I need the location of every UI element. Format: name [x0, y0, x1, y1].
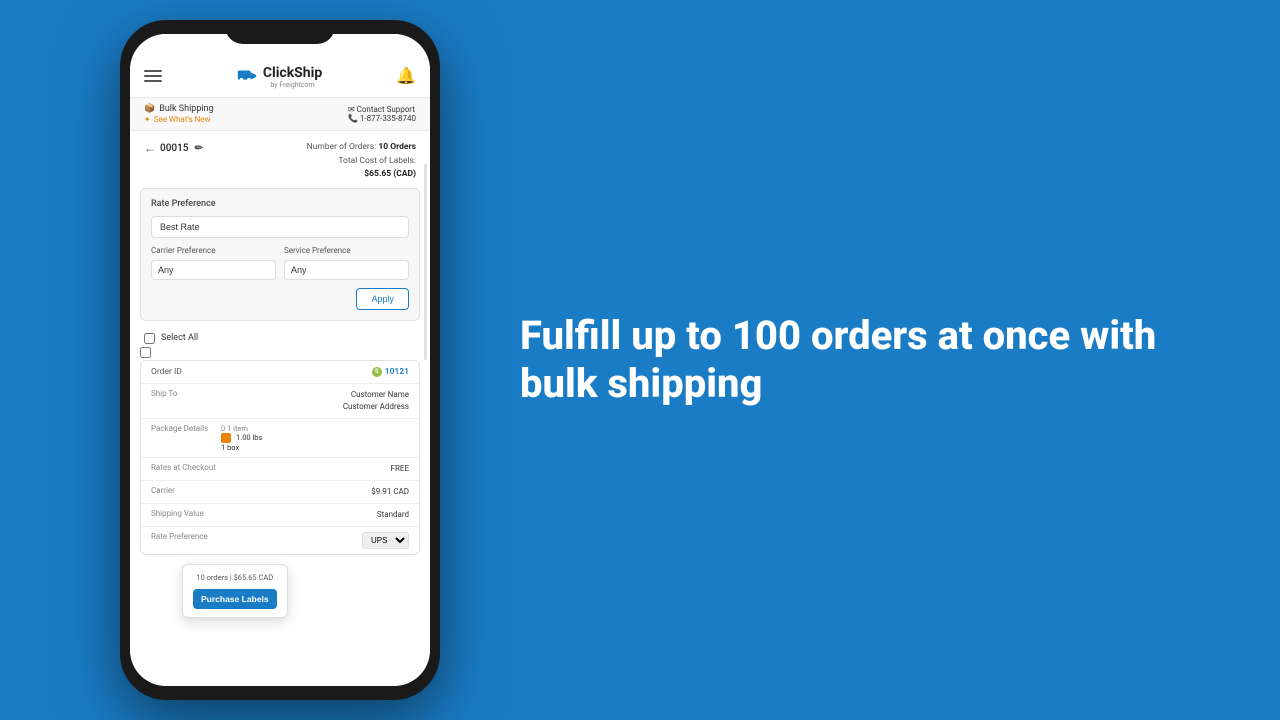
- order-card-header: Order ID S 10121: [141, 361, 419, 384]
- shipping-value-row: Shipping Value Standard: [141, 504, 419, 527]
- package-details-label: Package Details: [151, 424, 221, 433]
- logo-name: ClickShip: [263, 65, 322, 81]
- carrier-label: Carrier: [151, 486, 221, 495]
- carrier-value: $9.91 CAD: [371, 486, 409, 498]
- select-all-label: Select All: [161, 333, 198, 343]
- shipping-value-label: Shipping Value: [151, 509, 221, 518]
- order-id: 00015: [160, 143, 189, 154]
- total-cost-value: $65.65 (CAD): [364, 169, 416, 179]
- order-id-label: Order ID: [151, 367, 182, 377]
- edit-icon: ✏: [195, 143, 203, 154]
- whats-new-label: See What's New: [154, 115, 211, 124]
- whats-new-link[interactable]: ✦ See What's New: [144, 115, 214, 124]
- rates-checkout-value: FREE: [391, 463, 409, 475]
- order-id-value: S 10121: [372, 367, 409, 377]
- bulk-shipping-label: Bulk Shipping: [159, 104, 213, 114]
- shopify-icon: S: [372, 367, 382, 377]
- purchase-labels-button[interactable]: Purchase Labels: [193, 589, 277, 609]
- customer-address: Customer Address: [343, 401, 409, 413]
- menu-icon[interactable]: [144, 70, 162, 82]
- phone-number: 1-877-335-8740: [360, 114, 416, 123]
- order-card-body: Ship To Customer Name Customer Address P…: [141, 384, 419, 554]
- total-cost-label: Total Cost of Labels:: [338, 156, 416, 166]
- package-items: 0 1 item: [221, 424, 248, 433]
- clickship-logo-icon: [236, 65, 258, 87]
- bulk-shipping-link[interactable]: 📦 Bulk Shipping: [144, 104, 214, 114]
- bell-icon[interactable]: 🔔: [396, 66, 416, 85]
- order-card: Order ID S 10121 Ship To Customer Name C…: [140, 360, 420, 555]
- promo-section: Fulfill up to 100 orders at once with bu…: [440, 312, 1280, 408]
- phone-screen: ClickShip by Freightcom 🔔 📦 Bulk Shippin…: [130, 34, 430, 686]
- logo-subtext: by Freightcom: [263, 81, 322, 89]
- rate-section: Rate Preference Best Rate Cheapest Faste…: [140, 188, 420, 321]
- rates-checkout-label: Rates at Checkout: [151, 463, 221, 472]
- order-checkbox[interactable]: [140, 347, 151, 358]
- rate-section-title: Rate Preference: [151, 199, 409, 209]
- apply-button[interactable]: Apply: [356, 288, 409, 310]
- rate-preference-label: Rate Preference: [151, 532, 221, 541]
- customer-name: Customer Name: [343, 389, 409, 401]
- carrier-pref-label: Carrier Preference: [151, 246, 276, 255]
- rate-preference-row: Rate Preference UPS: [141, 527, 419, 554]
- carrier-row: Carrier $9.91 CAD: [141, 481, 419, 504]
- package-details-row: Package Details 0 1 item 1.00 lbs: [141, 419, 419, 458]
- purchase-tooltip: 10 orders | $65.65 CAD Purchase Labels: [182, 564, 288, 618]
- num-orders-label: Number of Orders:: [307, 142, 377, 152]
- ship-to-label: Ship To: [151, 389, 221, 398]
- ship-to-row: Ship To Customer Name Customer Address: [141, 384, 419, 419]
- package-icon: [221, 433, 231, 443]
- logo: ClickShip by Freightcom: [236, 62, 322, 89]
- purchase-tooltip-label: 10 orders | $65.65 CAD: [193, 573, 277, 582]
- sub-nav: 📦 Bulk Shipping ✦ See What's New ✉ Conta…: [130, 98, 430, 131]
- select-all-checkbox[interactable]: [144, 333, 155, 344]
- page-header: ← 00015 ✏ Number of Orders: 10 Orders To…: [130, 131, 430, 188]
- phone-frame: ClickShip by Freightcom 🔔 📦 Bulk Shippin…: [120, 20, 440, 700]
- phone-wrapper: ClickShip by Freightcom 🔔 📦 Bulk Shippin…: [120, 20, 440, 700]
- phone-notch: [225, 20, 335, 44]
- order-summary: Number of Orders: 10 Orders Total Cost o…: [307, 141, 416, 182]
- select-all-row: Select All: [130, 327, 430, 347]
- num-orders-value: 10 Orders: [378, 142, 416, 152]
- rate-preference-dropdown[interactable]: UPS: [362, 532, 409, 549]
- contact-info: ✉ Contact Support 📞 1-877-335-8740: [348, 105, 416, 123]
- shipping-value-value: Standard: [377, 509, 409, 521]
- promo-headline: Fulfill up to 100 orders at once with bu…: [520, 312, 1220, 408]
- scroll-indicator: [424, 164, 427, 360]
- back-and-id[interactable]: ← 00015 ✏: [144, 141, 203, 155]
- back-arrow-icon: ←: [144, 141, 156, 155]
- package-box: 1 box: [221, 443, 262, 452]
- carrier-preference-select[interactable]: Any UPS FedEx: [151, 260, 276, 280]
- rates-checkout-row: Rates at Checkout FREE: [141, 458, 419, 481]
- service-pref-label: Service Preference: [284, 246, 409, 255]
- service-preference-select[interactable]: Any Ground Express: [284, 260, 409, 280]
- contact-support-label: Contact Support: [357, 105, 415, 114]
- order-number[interactable]: 10121: [385, 367, 409, 377]
- rate-preference-select[interactable]: Best Rate Cheapest Fastest: [151, 216, 409, 238]
- package-weight: 1.00 lbs: [236, 433, 262, 442]
